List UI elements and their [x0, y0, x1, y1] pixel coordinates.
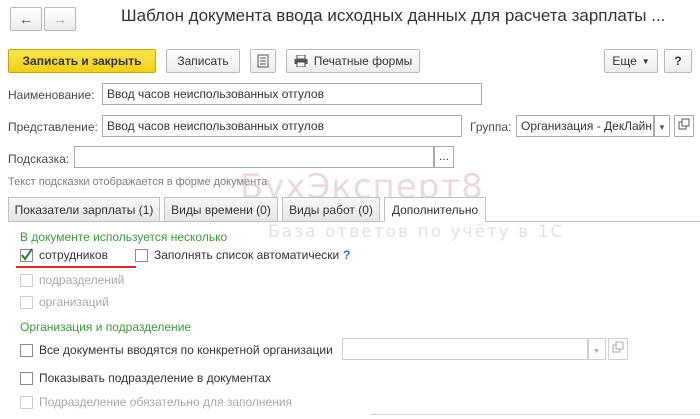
list-icon	[257, 54, 269, 68]
departments-checkbox[interactable]	[20, 274, 33, 287]
specific-organization-dropdown[interactable]: ▼	[588, 338, 606, 360]
arrow-left-icon: ←	[19, 11, 33, 27]
more-label: Еще	[612, 54, 637, 68]
highlight-underline	[16, 266, 136, 268]
tooltip-input[interactable]	[74, 146, 434, 168]
specific-organization-label: Все документы вводятся по конкретной орг…	[39, 343, 333, 357]
save-button[interactable]: Записать	[166, 49, 240, 73]
organizations-checkbox[interactable]	[20, 296, 33, 309]
group-dropdown-button[interactable]: ▼	[654, 115, 670, 137]
employees-label: сотрудников	[39, 248, 108, 262]
save-and-close-button[interactable]: Записать и закрыть	[8, 49, 156, 73]
departments-label: подразделений	[39, 273, 125, 287]
chevron-down-icon: ▼	[593, 348, 600, 355]
employees-checkbox[interactable]	[20, 248, 33, 262]
chevron-down-icon: ▼	[641, 56, 650, 66]
tooltip-hint: Текст подсказки отображается в форме док…	[8, 176, 268, 188]
fill-automatically-label: Заполнять список автоматически	[154, 248, 340, 262]
tab-work-types[interactable]: Виды работ (0)	[282, 197, 380, 221]
open-icon	[678, 118, 690, 130]
name-input[interactable]: Ввод часов неиспользованных отгулов	[102, 83, 482, 105]
representation-label: Представление:	[8, 120, 98, 134]
printer-icon	[294, 55, 308, 67]
arrow-right-icon: →	[53, 11, 67, 27]
tab-salary-indicators[interactable]: Показатели зарплаты (1)	[8, 197, 160, 221]
print-forms-label: Печатные формы	[313, 54, 413, 68]
more-menu-button[interactable]: Еще ▼	[604, 49, 658, 73]
group-input[interactable]: Организация - ДекЛайн	[516, 115, 654, 137]
tab-time-types[interactable]: Виды времени (0)	[164, 197, 278, 221]
specific-organization-input[interactable]	[342, 338, 588, 360]
representation-input[interactable]: Ввод часов неиспользованных отгулов	[102, 115, 462, 137]
bottom-field-edge	[370, 414, 700, 415]
window-title: Шаблон документа ввода исходных данных д…	[121, 6, 666, 25]
department-required-checkbox[interactable]	[20, 396, 33, 409]
tab-additional[interactable]: Дополнительно	[384, 197, 486, 222]
section-used-several: В документе используется несколько	[20, 230, 228, 244]
watermark-tagline: База ответов по учёту в 1С	[268, 222, 565, 242]
name-label: Наименование:	[8, 88, 95, 102]
specific-organization-checkbox[interactable]	[20, 344, 33, 357]
section-organization-department: Организация и подразделение	[20, 320, 192, 334]
fill-automatically-help[interactable]: ?	[343, 248, 350, 262]
tooltip-label: Подсказка:	[8, 152, 70, 166]
specific-organization-open-button[interactable]	[608, 338, 628, 360]
back-button[interactable]: ←	[10, 7, 42, 31]
fill-automatically-checkbox[interactable]	[135, 249, 148, 262]
tab-strip-divider	[8, 221, 384, 222]
show-department-checkbox[interactable]	[20, 372, 33, 385]
forward-button[interactable]: →	[44, 7, 76, 31]
checkmark-icon	[21, 248, 33, 261]
open-icon	[612, 341, 624, 353]
group-label: Группа:	[470, 120, 512, 134]
document-list-button[interactable]	[250, 49, 276, 73]
print-forms-button[interactable]: Печатные формы	[286, 49, 420, 73]
chevron-down-icon: ▼	[658, 123, 666, 132]
group-open-button[interactable]	[674, 115, 694, 137]
help-button[interactable]: ?	[664, 49, 692, 73]
department-required-label: Подразделение обязательно для заполнения	[39, 395, 293, 409]
tab-strip-divider-right	[486, 221, 700, 222]
tooltip-select-button[interactable]: ...	[434, 146, 454, 168]
show-department-label: Показывать подразделение в документах	[39, 371, 272, 385]
organizations-label: организаций	[39, 295, 109, 309]
